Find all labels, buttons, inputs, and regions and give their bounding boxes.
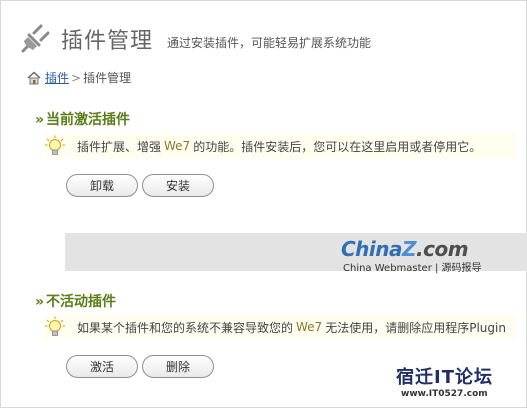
- page-subtitle: 通过安装插件，可能轻易扩展系统功能: [167, 35, 372, 50]
- inactive-tip: 如果某个插件和您的系统不兼容导致您的 We7 无法使用，请删除应用程序Plugi…: [45, 314, 516, 340]
- breadcrumb-current: 插件管理: [83, 71, 132, 85]
- breadcrumb: 插件 > 插件管理: [27, 69, 131, 86]
- chinaz-tagline: China Webmaster | 源码报导: [343, 263, 482, 274]
- page-title: 插件管理: [61, 29, 154, 54]
- lightbulb-icon: [45, 316, 65, 336]
- active-tip: 插件扩展、增强 We7 的功能。插件安装后，您可以在这里启用或者停用它。: [45, 133, 516, 159]
- tip-highlight: We7: [296, 320, 323, 334]
- tip-highlight: We7: [164, 139, 191, 153]
- plug-icon: [21, 24, 50, 53]
- breadcrumb-separator: >: [71, 70, 82, 85]
- lightbulb-icon: [45, 135, 65, 155]
- activate-button[interactable]: 激活: [66, 355, 138, 378]
- active-plugins-heading: » 当前激活插件: [35, 109, 130, 129]
- chinaz-brand-z: Z: [402, 237, 417, 261]
- active-plugin-actions: 卸载 安装: [66, 174, 218, 197]
- home-icon[interactable]: [27, 70, 41, 85]
- watermark-title: 宿迁IT论坛: [396, 367, 493, 388]
- uninstall-button[interactable]: 卸载: [66, 174, 138, 197]
- tip-text-before: 如果某个插件和您的系统不兼容导致您的: [77, 320, 294, 335]
- watermark-url: www.IT0527.com: [401, 389, 488, 399]
- tip-text-before: 插件扩展、增强: [77, 139, 162, 154]
- breadcrumb-link-plugins[interactable]: 插件: [45, 69, 69, 86]
- inactive-plugins-title: 不活动插件: [46, 294, 117, 310]
- tip-text-after: 的功能。插件安装后，您可以在这里启用或者停用它。: [193, 139, 482, 154]
- delete-button[interactable]: 删除: [142, 355, 214, 378]
- active-plugins-title: 当前激活插件: [46, 112, 131, 128]
- chinaz-brand-main: China: [341, 237, 403, 261]
- inactive-plugin-actions: 激活 删除: [66, 355, 218, 378]
- chinaz-brand-dotcom: .com: [416, 237, 469, 261]
- install-button[interactable]: 安装: [142, 174, 214, 197]
- heading-prefix: »: [35, 112, 45, 128]
- inactive-plugins-heading: » 不活动插件: [35, 291, 116, 311]
- page-header: 插件管理 通过安装插件，可能轻易扩展系统功能: [17, 17, 371, 61]
- tip-text-after: 无法使用，请删除应用程序Plugin: [325, 320, 506, 335]
- chinaz-logo[interactable]: ChinaZ.com: [341, 237, 469, 261]
- heading-prefix: »: [35, 294, 45, 310]
